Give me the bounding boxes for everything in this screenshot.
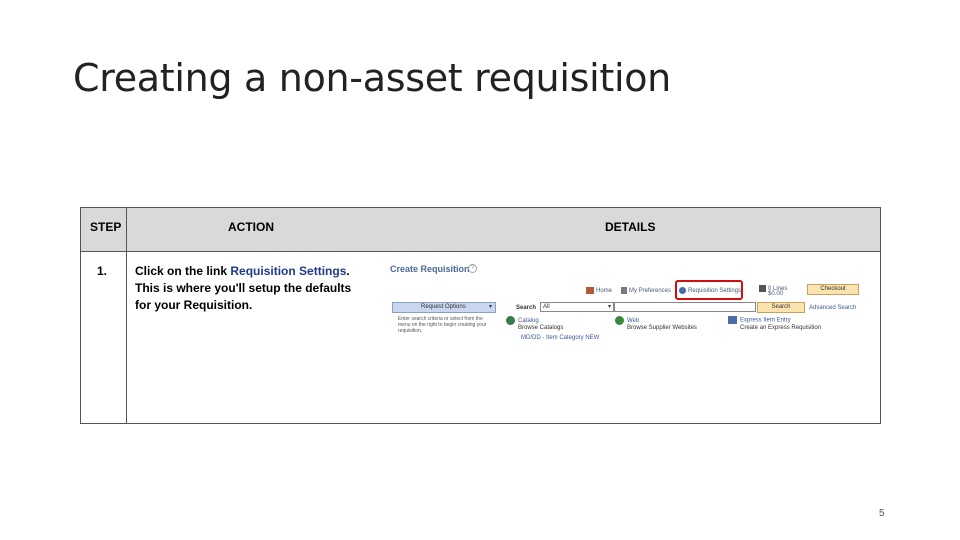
- action-link-text: Requisition Settings: [230, 264, 347, 278]
- action-header: ACTION: [228, 220, 274, 234]
- select-arrow-icon: ▾: [607, 304, 611, 310]
- cart-lines-link[interactable]: 0 Lines $0.00: [759, 285, 787, 297]
- catalog-icon: [506, 316, 515, 325]
- details-header: DETAILS: [605, 220, 656, 234]
- details-screenshot: Create Requisition ? Home My Preferences…: [388, 258, 868, 358]
- wrench-icon: [621, 287, 627, 294]
- home-label: Home: [596, 288, 613, 295]
- step-number: 1.: [97, 264, 108, 278]
- express-item-option[interactable]: Express Item Entry Create an Express Req…: [728, 316, 821, 332]
- search-hint: Enter search criteria or select from the…: [398, 316, 487, 334]
- create-requisition-title: Create Requisition: [390, 264, 470, 274]
- web-option[interactable]: Web Browse Supplier Websites: [615, 316, 697, 332]
- checkout-button[interactable]: Checkout: [807, 284, 859, 295]
- express-title: Express Item Entry: [740, 317, 791, 324]
- page-number: 5: [879, 508, 885, 519]
- express-entry-icon: [728, 316, 737, 324]
- globe-icon: [615, 316, 624, 325]
- slide-title: Creating a non-asset requisition: [73, 56, 671, 100]
- lines-sub-label: $0.00: [768, 291, 784, 298]
- search-category-value: All: [543, 304, 550, 310]
- home-link[interactable]: Home: [586, 287, 612, 294]
- help-icon[interactable]: ?: [468, 264, 477, 273]
- search-input[interactable]: [614, 302, 756, 312]
- catalog-sub: Browse Catalogs: [518, 325, 564, 332]
- my-preferences-link[interactable]: My Preferences: [621, 287, 671, 294]
- action-text: Click on the link Requisition Settings. …: [135, 263, 370, 314]
- action-prefix: Click on the link: [135, 264, 231, 278]
- catalog-title: Catalog: [518, 318, 539, 325]
- step-table: STEP ACTION DETAILS 1. Click on the link…: [80, 207, 881, 424]
- catalog-option[interactable]: Catalog Browse Catalogs: [506, 316, 563, 332]
- advanced-search-link[interactable]: Advanced Search: [809, 305, 856, 311]
- request-options-label: Request Options: [421, 304, 466, 310]
- search-button[interactable]: Search: [757, 302, 805, 313]
- web-title: Web: [627, 318, 640, 325]
- catalog-extra-link[interactable]: MD/DD - Item Category NEW: [521, 335, 599, 341]
- column-divider: [126, 208, 127, 423]
- my-preferences-label: My Preferences: [629, 288, 672, 295]
- cart-icon: [759, 285, 766, 292]
- home-icon: [586, 287, 594, 294]
- table-header: STEP ACTION DETAILS: [81, 208, 880, 252]
- express-sub: Create an Express Requisition: [740, 324, 822, 331]
- search-label: Search: [516, 305, 537, 311]
- request-options-dropdown[interactable]: Request Options ▾: [392, 302, 496, 313]
- dropdown-arrow-icon: ▾: [488, 304, 492, 310]
- requisition-settings-highlight: [675, 280, 743, 300]
- search-category-select[interactable]: All ▾: [540, 302, 614, 312]
- step-header: STEP: [90, 220, 122, 234]
- web-sub: Browse Supplier Websites: [627, 325, 697, 332]
